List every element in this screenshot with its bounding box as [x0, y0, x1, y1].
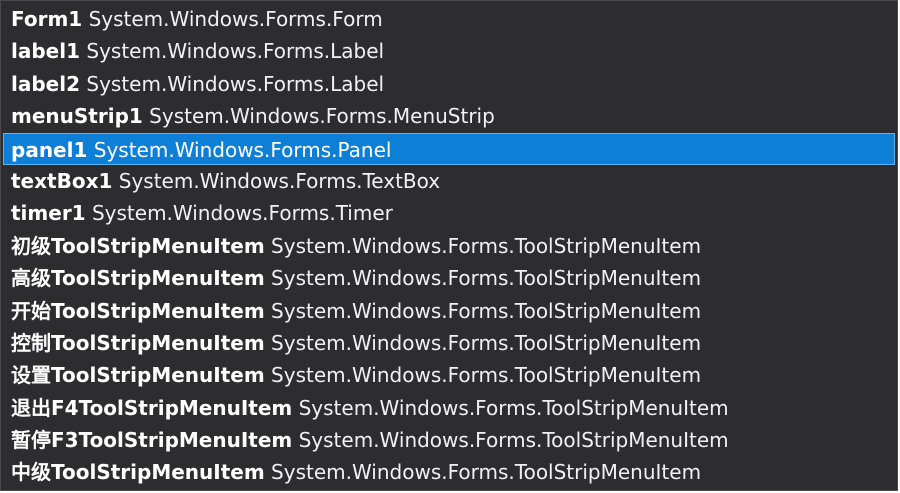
- item-name: Form1: [11, 7, 83, 31]
- list-item[interactable]: menuStrip1 System.Windows.Forms.MenuStri…: [4, 100, 894, 132]
- item-type: System.Windows.Forms.ToolStripMenuItem: [271, 266, 702, 291]
- list-item[interactable]: Form1 System.Windows.Forms.Form: [4, 3, 894, 35]
- list-item[interactable]: 高级ToolStripMenuItem System.Windows.Forms…: [4, 262, 894, 294]
- completion-list: Form1 System.Windows.Forms.Form label1 S…: [3, 3, 895, 489]
- item-type: System.Windows.Forms.Label: [86, 71, 385, 96]
- item-name: menuStrip1: [11, 104, 143, 129]
- item-name: 设置ToolStripMenuItem: [11, 363, 265, 388]
- completion-list-popup: Form1 System.Windows.Forms.Form label1 S…: [0, 0, 898, 491]
- item-type: System.Windows.Forms.TextBox: [118, 168, 441, 193]
- item-name: 高级ToolStripMenuItem: [11, 266, 265, 291]
- item-type: System.Windows.Forms.ToolStripMenuItem: [271, 363, 702, 388]
- item-name: 中级ToolStripMenuItem: [11, 460, 265, 485]
- list-item[interactable]: 设置ToolStripMenuItem System.Windows.Forms…: [4, 359, 894, 391]
- item-name: 初级ToolStripMenuItem: [11, 233, 265, 258]
- item-type: System.Windows.Forms.MenuStrip: [149, 104, 495, 129]
- list-item[interactable]: 暂停F3ToolStripMenuItem System.Windows.For…: [4, 424, 894, 456]
- item-type: System.Windows.Forms.ToolStripMenuItem: [271, 233, 702, 258]
- item-type: System.Windows.Forms.ToolStripMenuItem: [271, 298, 702, 323]
- list-item[interactable]: 退出F4ToolStripMenuItem System.Windows.For…: [4, 392, 894, 424]
- item-name: 退出F4ToolStripMenuItem: [11, 395, 293, 420]
- list-item[interactable]: label2 System.Windows.Forms.Label: [4, 68, 894, 100]
- list-item[interactable]: timer1 System.Windows.Forms.Timer: [4, 197, 894, 229]
- list-item-selected[interactable]: panel1 System.Windows.Forms.Panel: [3, 132, 895, 165]
- item-type: System.Windows.Forms.Label: [86, 39, 385, 64]
- item-type: System.Windows.Forms.Timer: [91, 201, 393, 226]
- list-item[interactable]: 开始ToolStripMenuItem System.Windows.Forms…: [4, 295, 894, 327]
- item-name: textBox1: [11, 168, 113, 193]
- item-name: panel1: [11, 137, 88, 162]
- item-type: System.Windows.Forms.Form: [88, 7, 383, 31]
- list-item[interactable]: 初级ToolStripMenuItem System.Windows.Forms…: [4, 230, 894, 262]
- item-type: System.Windows.Forms.ToolStripMenuItem: [271, 460, 702, 485]
- item-name: 开始ToolStripMenuItem: [11, 298, 265, 323]
- item-type: System.Windows.Forms.ToolStripMenuItem: [271, 330, 702, 355]
- item-name: 控制ToolStripMenuItem: [11, 330, 265, 355]
- item-type: System.Windows.Forms.ToolStripMenuItem: [298, 428, 729, 453]
- item-name: label1: [11, 39, 81, 64]
- item-type: System.Windows.Forms.ToolStripMenuItem: [298, 395, 729, 420]
- list-item[interactable]: label1 System.Windows.Forms.Label: [4, 35, 894, 67]
- item-name: 暂停F3ToolStripMenuItem: [11, 428, 293, 453]
- list-item[interactable]: 控制ToolStripMenuItem System.Windows.Forms…: [4, 327, 894, 359]
- item-type: System.Windows.Forms.Panel: [93, 137, 392, 162]
- item-name: timer1: [11, 201, 86, 226]
- item-name: label2: [11, 71, 81, 96]
- list-item[interactable]: 中级ToolStripMenuItem System.Windows.Forms…: [4, 456, 894, 488]
- list-item[interactable]: textBox1 System.Windows.Forms.TextBox: [4, 165, 894, 197]
